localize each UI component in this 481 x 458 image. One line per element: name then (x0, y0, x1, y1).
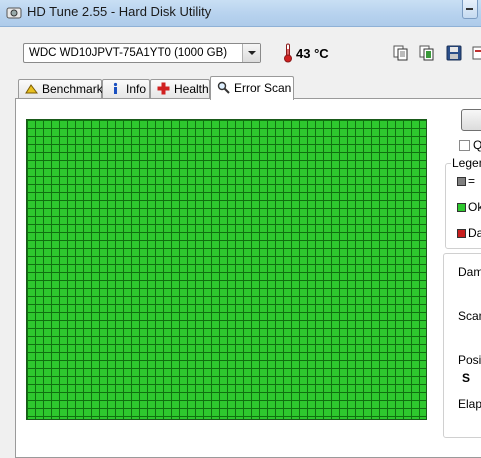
scan-speed-label: Scan (458, 309, 481, 323)
scan-block-map (26, 119, 427, 420)
damaged-blocks-label: Dama (458, 265, 481, 279)
window-title: HD Tune 2.55 - Hard Disk Utility (27, 4, 212, 19)
tab-error-scan-label: Error Scan (234, 81, 292, 95)
temperature-readout: 43 °C (296, 46, 329, 61)
magnifier-icon (217, 81, 230, 94)
tab-health[interactable]: Health (150, 79, 210, 98)
position-label: Posit (458, 353, 481, 367)
tab-benchmark[interactable]: Benchmark (18, 79, 103, 98)
quick-scan-label: Q (473, 138, 481, 152)
minimize-button[interactable] (462, 0, 478, 19)
copy-icon[interactable] (393, 45, 409, 61)
tab-health-label: Health (174, 82, 209, 96)
health-cross-icon (157, 82, 170, 95)
drive-select[interactable]: WDC WD10JPVT-75A1YT0 (1000 GB) (23, 43, 261, 63)
tab-info-label: Info (126, 82, 147, 96)
elapsed-time-label: Elaps (458, 397, 481, 411)
quick-scan-checkbox[interactable] (459, 140, 470, 151)
legend-swatch-ok (457, 203, 466, 212)
options-icon[interactable] (472, 45, 481, 61)
legend-label-unscanned: = (468, 174, 476, 188)
legend-swatch-unscanned (457, 177, 466, 186)
copy-info-icon[interactable] (419, 45, 435, 61)
legend-title: Legen (451, 156, 481, 170)
benchmark-icon (25, 84, 38, 94)
tab-info[interactable]: Info (102, 79, 150, 98)
drive-select-value: WDC WD10JPVT-75A1YT0 (1000 GB) (29, 47, 228, 59)
tab-error-scan[interactable]: Error Scan (210, 76, 294, 100)
chevron-down-icon[interactable] (242, 44, 260, 62)
start-button[interactable] (461, 109, 481, 131)
title-bar: HD Tune 2.55 - Hard Disk Utility (0, 0, 481, 27)
legend-label-ok: Ok (468, 200, 481, 214)
legend-label-damaged: Da (468, 226, 481, 240)
tab-benchmark-label: Benchmark (42, 82, 103, 96)
legend-swatch-damaged (457, 229, 466, 238)
save-icon[interactable] (446, 45, 462, 61)
position-value: S (462, 371, 471, 385)
app-hdtune-icon (6, 7, 22, 19)
thermometer-icon (284, 43, 292, 63)
info-icon (113, 82, 118, 94)
